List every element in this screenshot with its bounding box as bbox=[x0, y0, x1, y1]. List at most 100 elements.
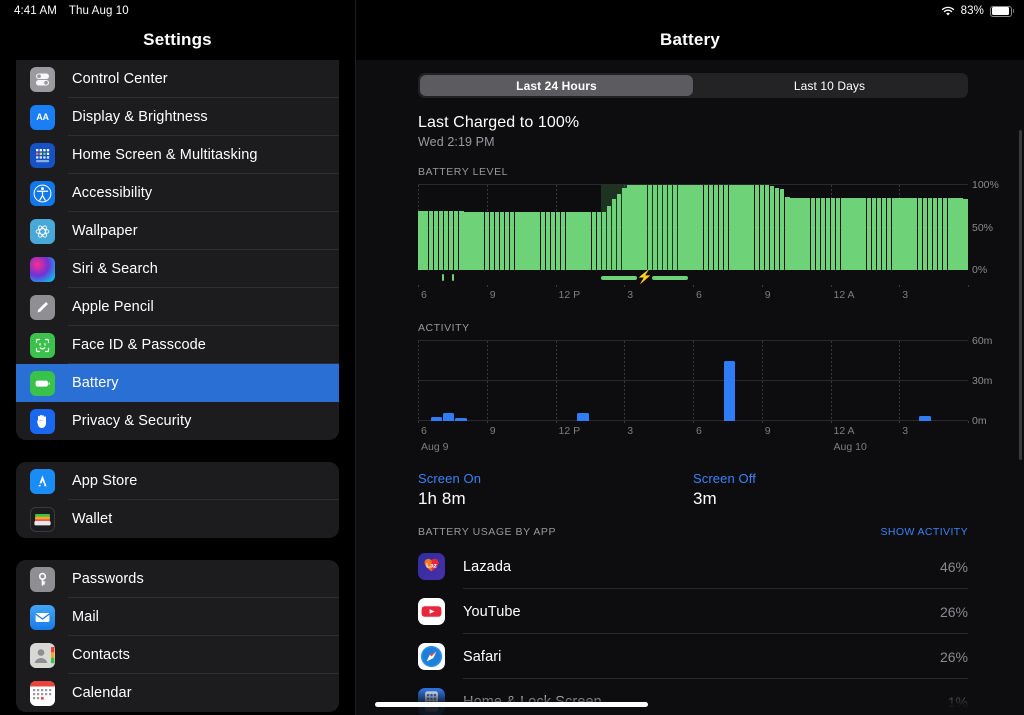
charging-tick-mark bbox=[441, 274, 444, 281]
sidebar-item-label: Accessibility bbox=[72, 185, 153, 201]
bar bbox=[948, 197, 953, 270]
screen-off-value: 3m bbox=[693, 489, 717, 508]
time-range-segmented-control[interactable]: Last 24 Hours Last 10 Days bbox=[418, 73, 968, 98]
sidebar-item-label: Wallpaper bbox=[72, 223, 138, 239]
bar bbox=[932, 197, 938, 270]
x-axis-tick-label: 12 P bbox=[558, 289, 581, 301]
x-axis-tick-mark bbox=[555, 285, 557, 288]
siri-icon bbox=[30, 256, 55, 282]
calendar-icon bbox=[30, 680, 55, 706]
bar bbox=[459, 211, 464, 270]
sidebar-item-home-screen-multitasking[interactable]: Home Screen & Multitasking bbox=[16, 136, 339, 174]
x-axis-tick-mark bbox=[761, 421, 763, 424]
sidebar-item-control-center[interactable]: Control Center bbox=[16, 60, 339, 98]
screen-on-label[interactable]: Screen On bbox=[418, 471, 693, 486]
bar bbox=[825, 197, 831, 270]
bar bbox=[734, 185, 739, 270]
vertical-scrollbar[interactable] bbox=[1019, 130, 1022, 460]
screen-off-label[interactable]: Screen Off bbox=[693, 471, 968, 486]
sidebar-item-app-store[interactable]: App Store bbox=[16, 462, 339, 500]
bar-series bbox=[418, 341, 968, 421]
bar bbox=[871, 197, 877, 270]
wifi-icon bbox=[941, 6, 954, 16]
app-percent: 26% bbox=[939, 603, 968, 620]
bar bbox=[749, 185, 754, 270]
tab-last-10-days[interactable]: Last 10 Days bbox=[693, 75, 966, 96]
bar bbox=[662, 185, 668, 270]
bar bbox=[958, 197, 963, 270]
sidebar-item-face-id-passcode[interactable]: Face ID & Passcode bbox=[16, 326, 339, 364]
bar bbox=[652, 185, 658, 270]
x-axis-tick-mark bbox=[899, 285, 901, 288]
sidebar-item-accessibility[interactable]: Accessibility bbox=[16, 174, 339, 212]
sidebar-item-passwords[interactable]: Passwords bbox=[16, 560, 339, 598]
battery-panel: Last 24 Hours Last 10 Days Last Charged … bbox=[356, 60, 1024, 715]
battery-detail-pane: Battery Last 24 Hours Last 10 Days Last … bbox=[356, 0, 1024, 715]
x-axis-tick-label: 9 bbox=[764, 289, 771, 301]
bar bbox=[560, 212, 566, 270]
home-indicator[interactable] bbox=[375, 702, 648, 707]
bar bbox=[820, 197, 826, 270]
bar bbox=[611, 199, 617, 270]
bar bbox=[515, 212, 520, 270]
table-row[interactable]: Home & Lock Screen 1% bbox=[418, 679, 968, 715]
sidebar-item-label: Passwords bbox=[72, 571, 144, 587]
bar bbox=[667, 185, 673, 270]
table-row[interactable]: YouTube 26% bbox=[418, 589, 968, 634]
activity-plot: 0m 30m 60m bbox=[418, 335, 992, 427]
bar bbox=[423, 210, 428, 270]
contacts-icon bbox=[30, 642, 55, 668]
app-name: Safari bbox=[463, 648, 502, 665]
sidebar-item-wallet[interactable]: Wallet bbox=[16, 500, 339, 538]
y-axis-tick-label: 30m bbox=[972, 375, 993, 387]
display-brightness-icon: AA bbox=[30, 104, 55, 130]
x-axis-tick-label: 6 bbox=[696, 425, 702, 437]
activity-date-labels: Aug 9 Aug 10 bbox=[418, 441, 968, 457]
control-center-icon bbox=[30, 66, 55, 92]
sidebar-item-calendar[interactable]: Calendar bbox=[16, 674, 339, 712]
sidebar-item-label: Contacts bbox=[72, 647, 131, 663]
battery-percent-label: 83% bbox=[960, 5, 984, 17]
bar bbox=[886, 197, 892, 270]
charging-tick-mark bbox=[452, 274, 455, 281]
x-axis-tick-label: 6 bbox=[421, 289, 427, 301]
bar bbox=[779, 189, 785, 270]
bar bbox=[902, 197, 907, 270]
bar bbox=[785, 196, 790, 270]
bar bbox=[841, 197, 846, 270]
x-axis-tick-label: 6 bbox=[421, 425, 427, 437]
bar bbox=[627, 185, 632, 270]
x-axis-tick-label: 9 bbox=[489, 425, 496, 437]
battery-level-plot: 0% 50% 100% bbox=[418, 179, 999, 276]
battery-icon bbox=[990, 5, 1015, 17]
x-axis-tick-label: 12 P bbox=[558, 425, 581, 437]
bar bbox=[443, 210, 449, 270]
sidebar-item-battery[interactable]: Battery bbox=[16, 364, 339, 402]
x-axis-tick-mark bbox=[830, 421, 832, 424]
accessibility-icon bbox=[30, 180, 55, 206]
bar bbox=[464, 212, 469, 270]
table-row[interactable]: Laz Lazada 46% bbox=[418, 544, 968, 589]
sidebar-item-mail[interactable]: Mail bbox=[16, 598, 339, 636]
app-name: YouTube bbox=[463, 603, 521, 620]
table-row[interactable]: Safari 26% bbox=[418, 634, 968, 679]
sidebar-item-wallpaper[interactable]: Wallpaper bbox=[16, 212, 339, 250]
charging-indicator-row: ⚡ bbox=[418, 270, 968, 285]
show-activity-button[interactable]: SHOW ACTIVITY bbox=[881, 526, 968, 538]
battery-level-header: BATTERY LEVEL bbox=[418, 166, 509, 178]
sidebar-item-siri-search[interactable]: Siri & Search bbox=[16, 250, 339, 288]
sidebar-item-privacy-security[interactable]: Privacy & Security bbox=[16, 402, 339, 440]
tab-last-24-hours[interactable]: Last 24 Hours bbox=[420, 75, 693, 96]
bar bbox=[586, 212, 591, 270]
sidebar-item-display-brightness[interactable]: AA Display & Brightness bbox=[16, 98, 339, 136]
status-date: Thu Aug 10 bbox=[68, 5, 129, 17]
sidebar-scroll-area[interactable]: Control Center AA Display & Brightness H… bbox=[0, 60, 355, 715]
sidebar-item-label: Display & Brightness bbox=[72, 109, 208, 125]
bar bbox=[897, 197, 902, 270]
sidebar-item-apple-pencil[interactable]: Apple Pencil bbox=[16, 288, 339, 326]
bar bbox=[616, 193, 622, 270]
sidebar-item-contacts[interactable]: Contacts bbox=[16, 636, 339, 674]
screen-off-block: Screen Off 3m bbox=[693, 471, 968, 509]
bar bbox=[713, 185, 719, 270]
bar bbox=[739, 185, 744, 270]
